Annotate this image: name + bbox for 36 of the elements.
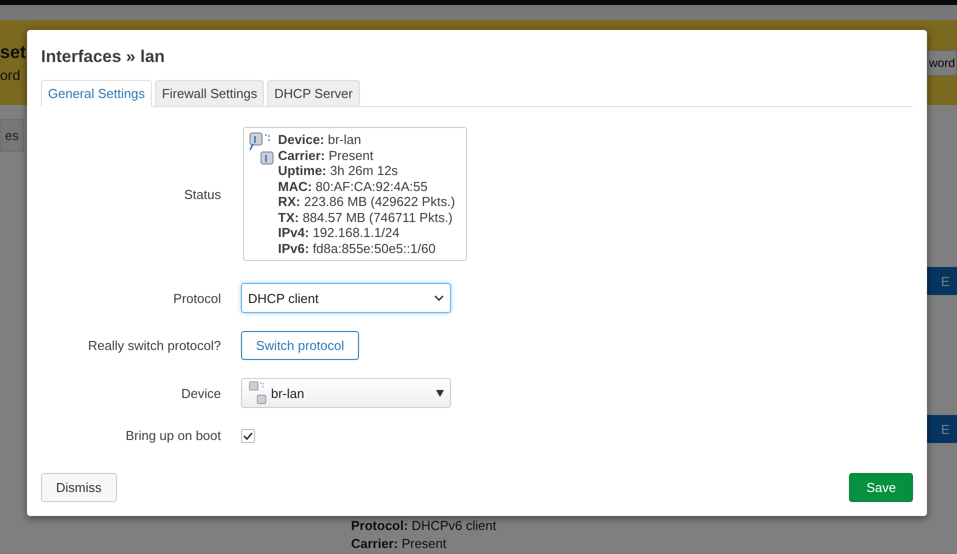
status-line: RX: 223.86 MB (429622 Pkts.) bbox=[278, 194, 456, 210]
tab[interactable]: Firewall Settings bbox=[154, 80, 264, 107]
field-label: Device bbox=[180, 386, 221, 400]
status-line: TX: 884.57 MB (746711 Pkts.) bbox=[278, 210, 454, 225]
status-line: Carrier: Present bbox=[351, 536, 448, 551]
banner-title: set bbox=[0, 42, 26, 63]
page-tab[interactable]: es bbox=[0, 119, 24, 152]
network-icon bbox=[248, 381, 268, 405]
status-line: IPv6: fd8a:855e:50e5::1/60 bbox=[278, 240, 437, 256]
status-line: Device: br-lan bbox=[278, 132, 362, 148]
field-label: Protocol bbox=[172, 290, 221, 306]
caret-down-icon bbox=[436, 390, 444, 396]
status-line: Carrier: Present bbox=[278, 148, 374, 163]
dismiss-button[interactable]: Dismiss bbox=[41, 473, 116, 502]
edit-button[interactable]: E bbox=[927, 267, 957, 295]
tab[interactable]: General Settings bbox=[41, 80, 152, 107]
save-button[interactable]: Save bbox=[849, 473, 913, 502]
field-label: Really switch protocol? bbox=[87, 338, 221, 353]
status-line: IPv4: 192.168.1.1/24 bbox=[278, 225, 400, 240]
status-line: MAC: 80:AF:CA:92:4A:55 bbox=[278, 178, 429, 194]
check-icon bbox=[243, 432, 253, 440]
switch-protocol-button[interactable]: Switch protocol bbox=[241, 331, 360, 360]
field-label: Status bbox=[183, 186, 221, 202]
network-icon bbox=[249, 132, 275, 166]
status-line: Protocol: DHCPv6 client bbox=[351, 518, 496, 533]
protocol-select[interactable]: DHCP client bbox=[241, 283, 451, 313]
checkbox[interactable] bbox=[241, 428, 255, 442]
tab[interactable]: DHCP Server bbox=[267, 80, 360, 107]
chevron-down-icon bbox=[434, 295, 444, 301]
dialog-title: Interfaces » lan bbox=[41, 47, 166, 67]
field-label: Bring up on boot bbox=[124, 428, 221, 443]
status-line: Uptime: 3h 26m 12s bbox=[278, 163, 399, 178]
banner-text: ord bbox=[0, 67, 22, 83]
banner-button[interactable]: word bbox=[926, 50, 957, 76]
device-select[interactable]: br-lan bbox=[241, 378, 451, 408]
edit-button[interactable]: E bbox=[927, 415, 957, 443]
